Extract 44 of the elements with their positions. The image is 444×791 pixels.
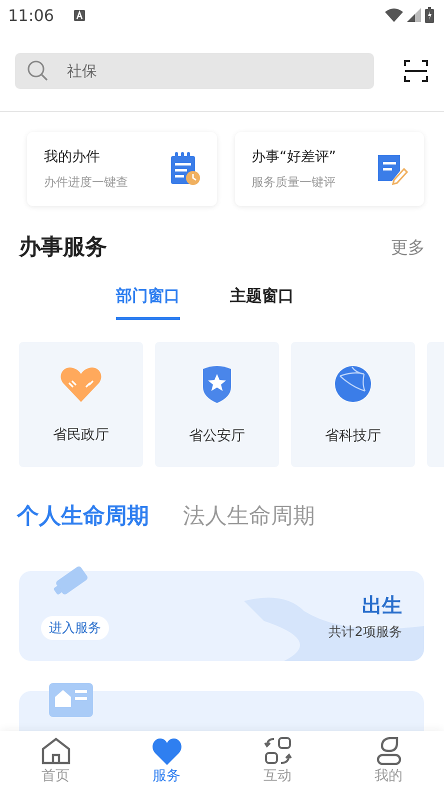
nav-item[interactable]: 服务 <box>132 731 202 791</box>
section-title: 办事服务 <box>19 234 107 262</box>
swap-icon <box>264 737 292 765</box>
globe-icon <box>334 364 372 402</box>
enter-service-button[interactable]: 进入服务 <box>41 616 109 640</box>
department-name: 省公安厅 <box>189 426 245 444</box>
service-card[interactable]: 进入服务 出生 共计2项服务 <box>19 571 424 661</box>
more-link[interactable]: 更多 <box>391 236 425 258</box>
notification-icon <box>74 10 86 20</box>
note-pencil-icon <box>376 153 408 185</box>
notepad-clock-icon <box>168 152 200 186</box>
shield-star-icon <box>200 364 234 402</box>
wifi-icon <box>385 8 403 22</box>
status-time: 11:06 <box>8 6 54 24</box>
card-subtitle: 服务质量一键评 <box>252 174 336 190</box>
tab[interactable]: 个人生命周期 <box>17 501 149 531</box>
tab[interactable]: 主题窗口 <box>230 280 294 320</box>
card-subtitle: 办件进度一键查 <box>44 174 129 190</box>
department-card[interactable]: 省科技厅 <box>291 342 415 467</box>
search-icon <box>27 60 49 82</box>
card-title: 出生 <box>362 592 402 618</box>
service-count: 共计2项服务 <box>328 624 402 640</box>
department-name: 省科技厅 <box>325 426 381 444</box>
shortcut-card[interactable]: 办事“好差评” 服务质量一键评 <box>234 132 424 206</box>
department-card[interactable]: 省民政厅 <box>19 342 143 467</box>
signal-icon <box>407 8 421 22</box>
department-name: 省民政厅 <box>53 426 109 444</box>
tab[interactable]: 法人生命周期 <box>183 501 315 531</box>
shortcut-card[interactable]: 我的办件 办件进度一键查 <box>27 132 216 206</box>
heart-icon <box>60 366 102 402</box>
person-icon <box>376 737 402 765</box>
heart-icon <box>152 738 182 764</box>
home-icon <box>40 737 70 765</box>
card-title: 我的办件 <box>44 148 101 166</box>
tab[interactable]: 部门窗口 <box>116 280 180 320</box>
search-field[interactable]: 社保 <box>15 52 374 88</box>
card-title: 办事“好差评” <box>252 148 338 166</box>
nav-item[interactable]: 首页 <box>20 731 90 791</box>
battery-icon <box>425 7 434 23</box>
nav-item[interactable]: 我的 <box>354 731 424 791</box>
department-card[interactable]: 省公安厅 <box>155 342 279 467</box>
nav-item[interactable]: 互动 <box>242 731 312 791</box>
id-card-icon <box>49 683 93 717</box>
scan-icon[interactable] <box>404 58 428 82</box>
